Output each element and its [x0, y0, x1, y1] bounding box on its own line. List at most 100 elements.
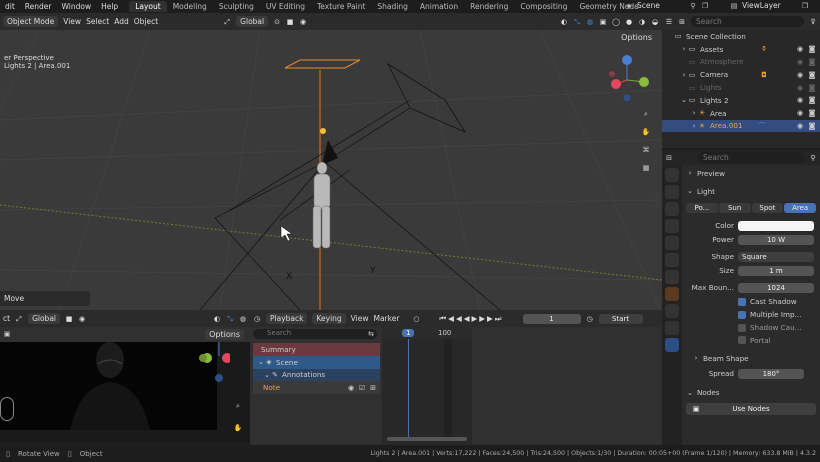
hand-pan-icon[interactable]: ✋ [640, 128, 652, 140]
mode-select[interactable]: ct [3, 314, 10, 323]
outliner-row-camera[interactable]: › ▭ Camera ◘ ◉ ◙ [662, 68, 820, 81]
eye-icon[interactable]: ◉ [347, 384, 355, 392]
light-panel-header[interactable]: ⌄ Light [686, 185, 816, 198]
visibility-icon[interactable]: ◐ [213, 315, 221, 323]
tab-compositing[interactable]: Compositing [514, 1, 573, 12]
properties-editor-icon[interactable]: ⊟ [665, 154, 673, 162]
swap-icon[interactable]: ⇆ [367, 330, 375, 338]
proportional-icon[interactable]: ◉ [299, 18, 307, 26]
multiple-importance-checkbox[interactable]: Multiple Imp... [738, 308, 816, 321]
max-bounces-field[interactable]: 1024 [738, 282, 814, 293]
eye-icon[interactable]: ◉ [796, 84, 804, 92]
tab-animation[interactable]: Animation [414, 1, 464, 12]
camera-viewport[interactable]: ⌕ ✋ [0, 342, 250, 442]
menu-playback[interactable]: Playback [266, 313, 308, 324]
spread-field[interactable]: 180° [738, 368, 804, 379]
outliner-editor-icon[interactable]: ☰ [665, 18, 673, 26]
scene-tab-icon[interactable] [665, 236, 679, 250]
cast-shadow-checkbox[interactable]: Cast Shadow [738, 296, 816, 309]
outliner-row-atmosphere[interactable]: ▭ Atmosphere ◉ ◙ [662, 56, 820, 69]
menu-window[interactable]: Window [57, 2, 97, 11]
properties-search-input[interactable]: Search [698, 152, 804, 163]
camera-icon[interactable]: ◙ [808, 84, 816, 92]
pivot-icon[interactable]: ⊙ [273, 18, 281, 26]
overlay-icon[interactable]: ◍ [586, 18, 594, 26]
xray-icon[interactable]: ▣ [599, 18, 607, 26]
navigation-gizmo[interactable] [602, 52, 652, 108]
gizmo-icon[interactable]: ⤡ [573, 18, 581, 26]
checkbox-box[interactable] [738, 310, 746, 319]
menu-object[interactable]: Object [134, 17, 158, 26]
render-tab-icon[interactable] [665, 185, 679, 199]
expand-icon[interactable]: › [690, 109, 698, 117]
checkbox-box[interactable] [738, 336, 746, 345]
light-type-area[interactable]: Area [784, 202, 816, 213]
orientation-select[interactable]: Global [236, 16, 269, 27]
outliner-row-area-001[interactable]: › ☀ Area.001 ⌒ ◉ ◙ [662, 119, 820, 133]
menu-render[interactable]: Render [20, 2, 57, 11]
channel-note[interactable]: Note ◉ ☑ ⊞ [253, 381, 380, 395]
dopesheet-search-input[interactable]: Search [253, 329, 377, 339]
collection-tab-icon[interactable] [665, 270, 679, 284]
tab-modeling[interactable]: Modeling [167, 1, 213, 12]
view-layer-tab-icon[interactable] [665, 219, 679, 233]
menu-add[interactable]: Add [114, 17, 129, 26]
channel-scene[interactable]: ⌄ ◈ Scene [253, 355, 380, 369]
outliner-row-assets[interactable]: › ▭ Assets ⚱ ◉ ◙ [662, 43, 820, 56]
menu-view[interactable]: View [351, 314, 369, 323]
portal-checkbox[interactable]: Portal [738, 334, 816, 347]
menu-select[interactable]: Select [86, 17, 109, 26]
proportional-icon[interactable]: ◉ [78, 315, 86, 323]
navigation-gizmo[interactable] [190, 342, 230, 394]
checkbox-icon[interactable]: ☑ [358, 384, 366, 392]
shadow-caustics-checkbox[interactable]: Shadow Cau... [738, 321, 816, 334]
visibility-icon[interactable]: ◐ [560, 18, 568, 26]
options-button[interactable]: Options [617, 32, 656, 43]
menu-marker[interactable]: Marker [373, 314, 399, 323]
gizmo-icon[interactable]: ⤡ [226, 315, 234, 323]
channel-annotations[interactable]: ⌄ ✎ Annotations [253, 368, 380, 382]
outliner-row-area[interactable]: › ☀ Area ◉ ◙ [662, 107, 820, 120]
tab-texture-paint[interactable]: Texture Paint [311, 1, 371, 12]
camera-icon[interactable]: ◙ [808, 45, 816, 53]
world-tab-icon[interactable] [665, 253, 679, 267]
eye-icon[interactable]: ◉ [796, 45, 804, 53]
onion-icon[interactable]: ⊞ [369, 384, 377, 392]
expand-icon[interactable]: › [680, 45, 688, 53]
physics-tab-icon[interactable] [665, 304, 679, 318]
current-frame-field[interactable]: 1 [522, 313, 581, 324]
tab-shading[interactable]: Shading [371, 1, 413, 12]
preview-panel-header[interactable]: › Preview [686, 167, 816, 180]
menu-view[interactable]: View [63, 17, 81, 26]
last-operator-panel[interactable]: Move [0, 291, 90, 306]
constraints-tab-icon[interactable] [665, 321, 679, 335]
color-swatch[interactable] [738, 220, 814, 231]
copy-icon[interactable]: ❐ [701, 2, 709, 10]
eye-icon[interactable]: ◉ [796, 71, 804, 79]
3d-viewport[interactable]: Y X er Perspective Lights 2 | Area.001 O… [0, 30, 662, 310]
playback-controls[interactable]: ⏮◀◀◀▶▶▶⏭ [439, 314, 503, 324]
tab-layout[interactable]: Layout [129, 1, 167, 12]
data-tab-icon[interactable] [665, 338, 679, 352]
menu-keying[interactable]: Keying [312, 313, 346, 324]
menu-edit[interactable]: dit [0, 2, 20, 11]
camera-icon[interactable]: ◙ [808, 71, 816, 79]
horizontal-scrollbar[interactable] [387, 437, 467, 441]
timeline-editor-icon[interactable]: ◷ [253, 315, 261, 323]
record-icon[interactable]: ○ [412, 315, 420, 323]
expand-icon[interactable]: › [690, 122, 698, 130]
size-field[interactable]: 1 m [738, 265, 814, 276]
outliner-row-lights-2[interactable]: ⌄ ▭ Lights 2 ◉ ◙ [662, 94, 820, 107]
solid-icon[interactable]: ● [625, 18, 633, 26]
orientation-select[interactable]: Global [28, 313, 61, 324]
zoom-icon[interactable]: ⌕ [232, 402, 244, 414]
object-mode-select[interactable]: Object Mode [3, 16, 59, 27]
expand-icon[interactable]: › [680, 71, 688, 79]
outliner-search-input[interactable]: Search [691, 16, 804, 27]
tool-tab-icon[interactable] [665, 168, 679, 182]
tab-rendering[interactable]: Rendering [464, 1, 514, 12]
camera-icon[interactable]: ◙ [808, 122, 816, 130]
wireframe-icon[interactable]: ◯ [612, 18, 620, 26]
view-layer-name[interactable]: ViewLayer [742, 1, 797, 10]
tab-uv-editing[interactable]: UV Editing [260, 1, 311, 12]
